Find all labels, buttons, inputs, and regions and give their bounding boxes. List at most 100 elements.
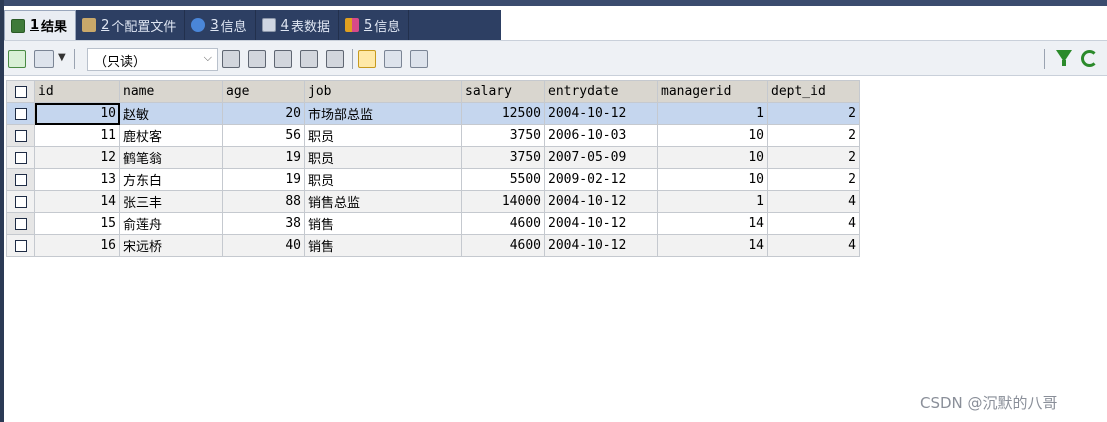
cell-age[interactable]: 40 — [222, 234, 305, 257]
tab-profiles[interactable]: 2 个配置文件 — [76, 10, 186, 40]
cell-entrydate[interactable]: 2004-10-12 — [544, 102, 658, 125]
add-row-icon[interactable] — [8, 50, 26, 68]
cell-id[interactable]: 14 — [34, 190, 120, 213]
table-row[interactable]: 11 鹿杖客 56 职员 3750 2006-10-03 10 2 — [6, 124, 860, 147]
row-checkbox-cell[interactable] — [6, 124, 35, 147]
cell-age[interactable]: 20 — [222, 102, 305, 125]
readonly-mode-select[interactable]: （只读） ⌵ — [87, 48, 218, 71]
cell-name[interactable]: 鹿杖客 — [119, 124, 223, 147]
cell-job[interactable]: 销售 — [304, 212, 462, 235]
cell-name[interactable]: 方东白 — [119, 168, 223, 191]
cell-managerid[interactable]: 1 — [657, 190, 768, 213]
cell-job[interactable]: 销售 — [304, 234, 462, 257]
row-checkbox-cell[interactable] — [6, 168, 35, 191]
table-row[interactable]: 15 俞莲舟 38 销售 4600 2004-10-12 14 4 — [6, 212, 860, 235]
table-row[interactable]: 14 张三丰 88 销售总监 14000 2004-10-12 1 4 — [6, 190, 860, 213]
cell-age[interactable]: 19 — [222, 146, 305, 169]
cell-id[interactable]: 12 — [34, 146, 120, 169]
cell-id[interactable]: 15 — [34, 212, 120, 235]
column-header-salary[interactable]: salary — [461, 80, 545, 103]
column-header-name[interactable]: name — [119, 80, 223, 103]
cell-job[interactable]: 职员 — [304, 146, 462, 169]
select-all-checkbox-cell[interactable] — [6, 80, 35, 103]
save-disk-icon[interactable] — [274, 50, 292, 68]
tab-info-2[interactable]: 5 信息 — [339, 10, 410, 40]
cell-dept-id[interactable]: 2 — [767, 102, 860, 125]
delete-trash-icon[interactable] — [300, 50, 318, 68]
cell-name[interactable]: 鹤笔翁 — [119, 146, 223, 169]
cell-managerid[interactable]: 10 — [657, 124, 768, 147]
cell-salary[interactable]: 5500 — [461, 168, 545, 191]
tab-table-data[interactable]: 4 表数据 — [256, 10, 339, 40]
form-view-icon[interactable] — [384, 50, 402, 68]
table-row[interactable]: 10 赵敏 20 市场部总监 12500 2004-10-12 1 2 — [6, 102, 860, 125]
table-row[interactable]: 13 方东白 19 职员 5500 2009-02-12 10 2 — [6, 168, 860, 191]
cell-salary[interactable]: 4600 — [461, 234, 545, 257]
cell-managerid[interactable]: 10 — [657, 168, 768, 191]
cell-managerid[interactable]: 14 — [657, 212, 768, 235]
copy-row-icon[interactable] — [34, 50, 54, 68]
cell-job[interactable]: 销售总监 — [304, 190, 462, 213]
cell-salary[interactable]: 4600 — [461, 212, 545, 235]
cell-entrydate[interactable]: 2007-05-09 — [544, 146, 658, 169]
cell-job[interactable]: 职员 — [304, 168, 462, 191]
row-checkbox-cell[interactable] — [6, 234, 35, 257]
cell-managerid[interactable]: 1 — [657, 102, 768, 125]
row-checkbox[interactable] — [14, 195, 27, 208]
cell-id[interactable]: 11 — [34, 124, 120, 147]
row-checkbox[interactable] — [14, 239, 27, 252]
cell-dept-id[interactable]: 2 — [767, 146, 860, 169]
cell-name[interactable]: 俞莲舟 — [119, 212, 223, 235]
cell-managerid[interactable]: 14 — [657, 234, 768, 257]
cell-salary[interactable]: 12500 — [461, 102, 545, 125]
cell-dept-id[interactable]: 2 — [767, 168, 860, 191]
cell-dept-id[interactable]: 2 — [767, 124, 860, 147]
cell-entrydate[interactable]: 2004-10-12 — [544, 190, 658, 213]
cell-name[interactable]: 宋远桥 — [119, 234, 223, 257]
cell-dept-id[interactable]: 4 — [767, 234, 860, 257]
cell-entrydate[interactable]: 2004-10-12 — [544, 234, 658, 257]
cell-id[interactable]: 10 — [34, 102, 120, 125]
cell-name[interactable]: 张三丰 — [119, 190, 223, 213]
tab-results[interactable]: 1 结果 — [4, 10, 77, 40]
cell-age[interactable]: 38 — [222, 212, 305, 235]
cell-salary[interactable]: 3750 — [461, 146, 545, 169]
text-view-icon[interactable] — [410, 50, 428, 68]
cell-job[interactable]: 职员 — [304, 124, 462, 147]
table-row[interactable]: 12 鹤笔翁 19 职员 3750 2007-05-09 10 2 — [6, 146, 860, 169]
select-all-checkbox[interactable] — [14, 85, 27, 98]
row-checkbox[interactable] — [14, 129, 27, 142]
cell-age[interactable]: 56 — [222, 124, 305, 147]
cell-name[interactable]: 赵敏 — [119, 102, 223, 125]
cell-dept-id[interactable]: 4 — [767, 190, 860, 213]
refresh-icon[interactable] — [1081, 50, 1098, 67]
column-header-age[interactable]: age — [222, 80, 305, 103]
grid-view-icon[interactable] — [358, 50, 376, 68]
cell-salary[interactable]: 3750 — [461, 124, 545, 147]
row-checkbox-cell[interactable] — [6, 102, 35, 125]
cell-job[interactable]: 市场部总监 — [304, 102, 462, 125]
column-header-dept-id[interactable]: dept_id — [767, 80, 860, 103]
revert-icon[interactable] — [248, 50, 266, 68]
column-header-id[interactable]: id — [34, 80, 120, 103]
row-checkbox[interactable] — [14, 217, 27, 230]
cell-age[interactable]: 19 — [222, 168, 305, 191]
row-checkbox[interactable] — [14, 173, 27, 186]
column-header-entrydate[interactable]: entrydate — [544, 80, 658, 103]
copy-row-dropdown-icon[interactable]: ▼ — [58, 52, 66, 63]
cell-age[interactable]: 88 — [222, 190, 305, 213]
cell-entrydate[interactable]: 2009-02-12 — [544, 168, 658, 191]
row-checkbox-cell[interactable] — [6, 212, 35, 235]
clear-rows-icon[interactable] — [326, 50, 344, 68]
column-header-managerid[interactable]: managerid — [657, 80, 768, 103]
cell-dept-id[interactable]: 4 — [767, 212, 860, 235]
cell-id[interactable]: 16 — [34, 234, 120, 257]
cell-id[interactable]: 13 — [34, 168, 120, 191]
cell-entrydate[interactable]: 2006-10-03 — [544, 124, 658, 147]
save-changes-icon[interactable] — [222, 50, 240, 68]
cell-salary[interactable]: 14000 — [461, 190, 545, 213]
column-header-job[interactable]: job — [304, 80, 462, 103]
table-row[interactable]: 16 宋远桥 40 销售 4600 2004-10-12 14 4 — [6, 234, 860, 257]
cell-managerid[interactable]: 10 — [657, 146, 768, 169]
row-checkbox-cell[interactable] — [6, 190, 35, 213]
